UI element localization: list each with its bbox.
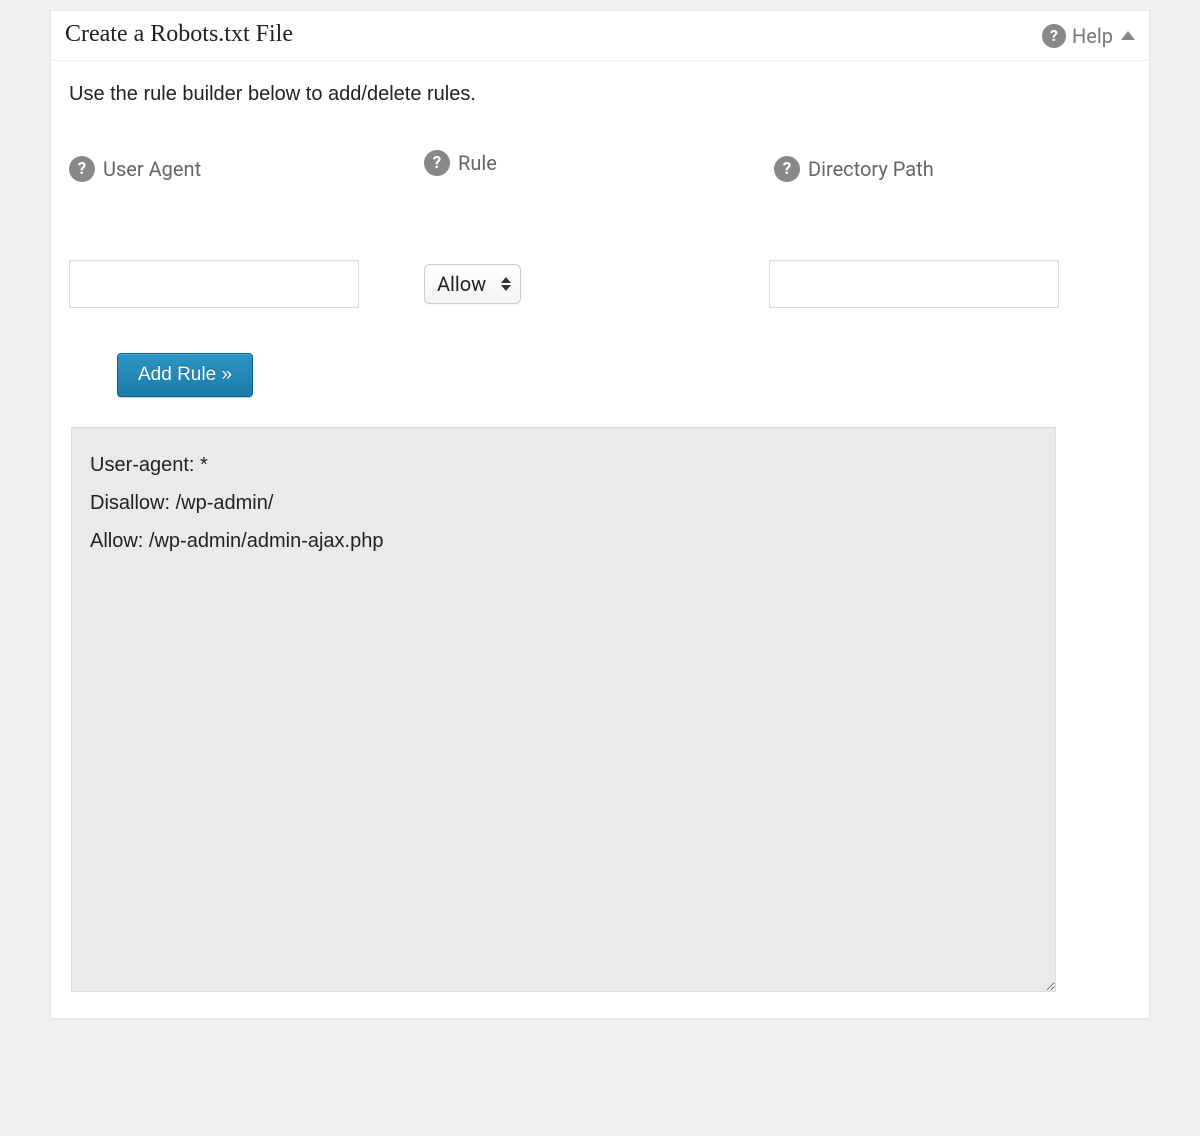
- directory-path-input[interactable]: [769, 260, 1059, 308]
- rule-select[interactable]: Allow: [424, 264, 521, 304]
- robots-txt-panel: Create a Robots.txt File ? Help Use the …: [50, 10, 1150, 1019]
- directory-path-label: Directory Path: [808, 157, 934, 181]
- field-labels-row: ? User Agent ? Rule ? Directory Path: [69, 156, 1131, 182]
- caret-up-icon: [1121, 31, 1135, 40]
- help-icon: ?: [1042, 24, 1066, 48]
- directory-path-label-group: ? Directory Path: [774, 156, 1131, 182]
- instruction-text: Use the rule builder below to add/delete…: [69, 83, 1131, 106]
- field-inputs-row: Allow: [69, 260, 1131, 308]
- help-icon[interactable]: ?: [424, 150, 450, 176]
- panel-header: Create a Robots.txt File ? Help: [51, 11, 1149, 61]
- rule-label: Rule: [458, 151, 497, 175]
- help-label: Help: [1072, 24, 1113, 48]
- page-title: Create a Robots.txt File: [65, 21, 1135, 48]
- user-agent-label: User Agent: [103, 157, 201, 181]
- user-agent-label-group: ? User Agent: [69, 156, 424, 182]
- user-agent-input[interactable]: [69, 260, 359, 308]
- rule-col: Allow: [424, 264, 769, 304]
- help-icon[interactable]: ?: [69, 156, 95, 182]
- rule-label-group: ? Rule: [424, 150, 774, 176]
- robots-output-textarea[interactable]: [71, 427, 1056, 992]
- add-rule-button[interactable]: Add Rule »: [117, 353, 253, 397]
- add-rule-row: Add Rule »: [117, 353, 1131, 397]
- help-icon[interactable]: ?: [774, 156, 800, 182]
- help-toggle[interactable]: ? Help: [1042, 24, 1135, 48]
- user-agent-col: [69, 260, 424, 308]
- panel-body: Use the rule builder below to add/delete…: [51, 61, 1149, 1018]
- rule-selected-value: Allow: [437, 272, 486, 296]
- directory-path-col: [769, 260, 1131, 308]
